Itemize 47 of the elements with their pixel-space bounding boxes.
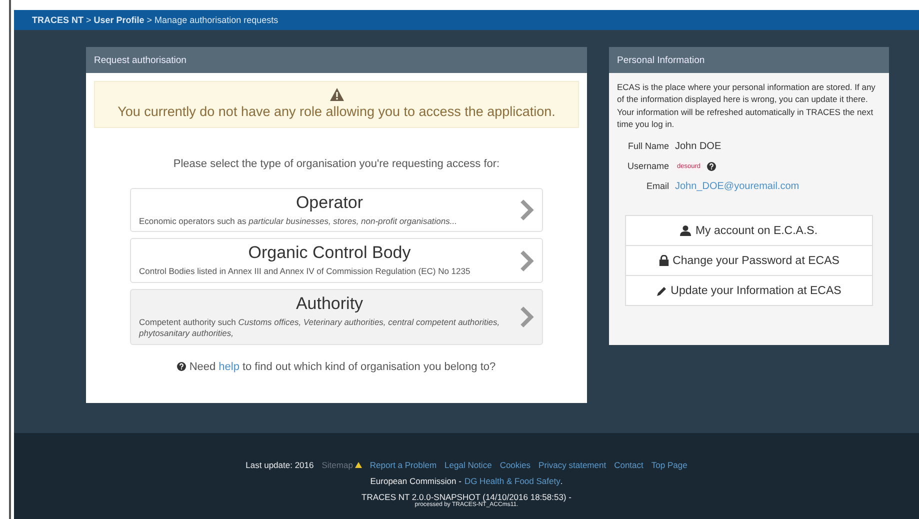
lock-icon <box>658 255 669 266</box>
field-label: Full Name <box>626 141 669 152</box>
chevron-right-icon <box>520 199 534 222</box>
option-description: Control Bodies listed in Annex III and Annex IV of Commission Regulation (EC) No 1235 <box>139 266 472 278</box>
option-title: Organic Control Body <box>247 243 412 264</box>
warning-text: You currently do not have any role allowing you to access the application. <box>118 104 556 119</box>
footer-link[interactable]: Top Page <box>651 460 688 470</box>
help-icon <box>177 362 186 372</box>
email-link[interactable]: John_DOE@youremail.com <box>675 180 881 192</box>
organisation-option[interactable]: Operator Economic operators such as particular businesses, stores, non-profit organisations... <box>130 188 543 232</box>
footer-link[interactable]: Legal Notice <box>444 460 492 470</box>
chevron-right-icon <box>520 306 534 328</box>
field-value: John DOE <box>675 140 722 152</box>
ecas-button[interactable]: My account on E.C.A.S. <box>625 215 873 246</box>
last-update-text: Last update: 2016 <box>246 460 314 470</box>
help-icon <box>706 162 716 171</box>
ecas-button[interactable]: Update your Information at ECAS <box>625 275 873 306</box>
field-label: Username <box>626 161 669 172</box>
help-text: Need <box>189 360 216 373</box>
warning-icon <box>330 88 344 101</box>
footer-link[interactable]: Report a Problem <box>370 460 437 470</box>
help-text: to find out which kind of organisation you belong to? <box>242 360 496 373</box>
footer-link[interactable]: Privacy statement <box>538 460 606 470</box>
option-title: Operator <box>294 193 364 213</box>
chevron-right-icon <box>520 250 534 272</box>
option-description: Economic operators such as particular businesses, stores, non-profit organisations... <box>139 216 458 228</box>
pencil-icon <box>656 286 667 296</box>
panel-title: Request authorisation <box>86 47 587 73</box>
option-description: Competent authority such Customs offices, Veterinary authorities, central competent authorities, phytosanitary authorities, <box>139 316 501 340</box>
version-text: TRACES NT 2.0.0-SNAPSHOT (14/10/2016 18:58:53) - <box>362 492 572 502</box>
triangle-icon <box>354 462 362 468</box>
help-link[interactable]: help <box>218 360 240 373</box>
period-text: . <box>560 476 563 486</box>
prompt-text: Please select the type of organisation you're requesting access for: <box>172 158 501 170</box>
user-icon <box>680 225 692 236</box>
dg-link[interactable]: DG Health & Food Safety <box>464 476 560 486</box>
breadcrumb: TRACES NT > User Profile > Manage authorisation requests <box>14 10 919 30</box>
panel-title: Personal Information <box>609 47 889 73</box>
ecas-button[interactable]: Change your Password at ECAS <box>625 245 873 276</box>
option-title: Authority <box>294 294 364 314</box>
intro-text: ECAS is the place where your personal information are stored. If any of the information displayed here is wrong, you can update it there. Your information will be refreshed automatically in TRACES the next time you log in. <box>617 81 876 130</box>
organisation-option[interactable]: Organic Control Body Control Bodies listed in Annex III and Annex IV of Commission Regulation (EC) No 1235 <box>130 238 543 283</box>
footer-link[interactable]: Contact <box>614 460 644 470</box>
commission-text: European Commission - <box>370 476 462 486</box>
field-label: Email <box>645 181 669 192</box>
footer-link[interactable]: Cookies <box>500 460 531 470</box>
organisation-option[interactable]: Authority Competent authority such Customs offices, Veterinary authorities, central competent authorities, phytosanitary authorities, <box>130 288 543 345</box>
